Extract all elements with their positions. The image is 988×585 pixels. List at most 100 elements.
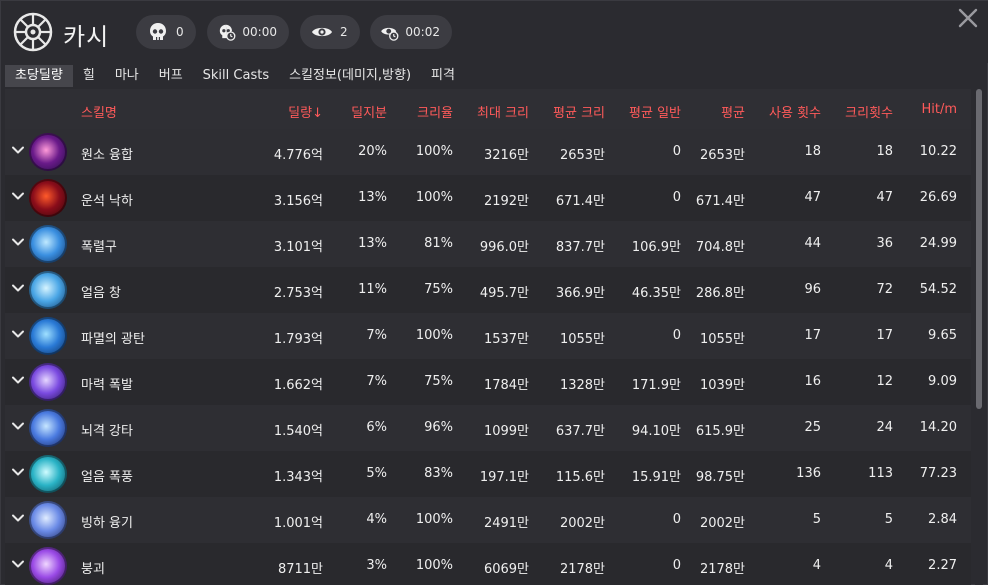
cell-max-crit: 996.0만 — [479, 240, 529, 255]
skull-timer-icon — [219, 24, 236, 41]
table-row[interactable]: 원소 융합 4.776억 20% 100% 3216만 2653만 0 2653만 18 18 10… — [5, 129, 971, 175]
tab-heal[interactable]: 힐 — [73, 65, 105, 87]
cell-damage-share: 7% — [366, 374, 387, 389]
tab-skill-info[interactable]: 스킬정보(데미지,방향) — [279, 65, 421, 87]
character-name: 카시 — [63, 23, 110, 51]
cell-max-crit: 1784만 — [483, 378, 529, 393]
cell-crit-rate: 100% — [415, 558, 453, 573]
scrollbar[interactable] — [975, 89, 983, 585]
cell-avg: 1039만 — [699, 378, 745, 393]
table-row[interactable]: 얼음 창 2.753억 11% 75% 495.7만 366.9만 46.35만 286.8만… — [5, 267, 971, 313]
chevron-down-icon[interactable] — [11, 419, 25, 433]
col-skill-name[interactable]: 스킬명 — [81, 102, 117, 121]
chevron-down-icon[interactable] — [11, 511, 25, 525]
cell-crit-rate: 100% — [415, 190, 453, 205]
cell-damage-share: 13% — [358, 236, 387, 251]
cell-use-count: 96 — [804, 282, 821, 297]
table-row[interactable]: 빙하 융기 1.001억 4% 100% 2491만 2002만 0 2002만 5 5 2.84 — [5, 497, 971, 543]
cell-damage: 1.662억 — [273, 378, 323, 393]
cell-max-crit: 2491만 — [483, 516, 529, 531]
chevron-down-icon[interactable] — [11, 143, 25, 157]
table-row[interactable]: 붕괴 8711만 3% 100% 6069만 2178만 0 2178만 4 4 2.27 — [5, 543, 971, 585]
cell-avg-crit: 366.9만 — [555, 286, 605, 301]
col-avg-normal[interactable]: 평균 일반 — [629, 102, 681, 121]
cell-avg-crit: 2653만 — [559, 148, 605, 163]
cell-avg: 2653만 — [699, 148, 745, 163]
tab-damage-taken[interactable]: 피격 — [421, 65, 465, 87]
cell-damage-share: 20% — [358, 144, 387, 159]
chevron-down-icon[interactable] — [11, 465, 25, 479]
cell-avg: 2002만 — [699, 516, 745, 531]
chevron-down-icon[interactable] — [11, 235, 25, 249]
cell-avg-normal: 46.35만 — [631, 286, 681, 301]
cell-crit-rate: 83% — [424, 466, 453, 481]
cell-damage: 1.793억 — [273, 332, 323, 347]
close-icon[interactable] — [957, 7, 979, 29]
table-row[interactable]: 뇌격 강타 1.540억 6% 96% 1099만 637.7만 94.10만 615.9만 2… — [5, 405, 971, 451]
tab-bar: 초당딜량 힐 마나 버프 Skill Casts 스킬정보(데미지,방향) 피격 — [5, 65, 465, 87]
cell-skill-name: 마력 폭발 — [81, 378, 133, 393]
cell-damage: 8711만 — [277, 562, 323, 577]
tab-buff[interactable]: 버프 — [149, 65, 193, 87]
col-avg-crit[interactable]: 평균 크리 — [553, 102, 605, 121]
chevron-down-icon[interactable] — [11, 327, 25, 341]
col-use-count[interactable]: 사용 횟수 — [769, 102, 821, 121]
cell-crit-count: 72 — [876, 282, 893, 297]
col-avg[interactable]: 평균 — [721, 102, 745, 121]
skill-icon — [29, 179, 67, 217]
cell-crit-rate: 100% — [415, 512, 453, 527]
cell-avg-normal: 94.10만 — [631, 424, 681, 439]
spectate-count-pill: 2 — [300, 15, 360, 49]
table-row[interactable]: 폭렬구 3.101억 13% 81% 996.0만 837.7만 106.9만 704.8만 4… — [5, 221, 971, 267]
scroll-thumb[interactable] — [976, 89, 982, 409]
cell-avg-normal: 15.91만 — [631, 470, 681, 485]
cell-skill-name: 빙하 융기 — [81, 516, 133, 531]
cell-avg: 286.8만 — [695, 286, 745, 301]
chevron-down-icon[interactable] — [11, 281, 25, 295]
cell-hits-per-min: 14.20 — [919, 420, 957, 435]
skill-icon — [29, 133, 67, 171]
cell-avg-normal: 0 — [672, 190, 681, 205]
col-max-crit[interactable]: 최대 크리 — [477, 102, 529, 121]
cell-avg: 671.4만 — [695, 194, 745, 209]
skill-icon — [29, 225, 67, 263]
tab-skill-casts[interactable]: Skill Casts — [193, 65, 279, 87]
col-crit-count[interactable]: 크리횟수 — [845, 102, 893, 121]
cell-avg-normal: 0 — [672, 558, 681, 573]
cell-crit-rate: 81% — [424, 236, 453, 251]
cell-damage: 3.156억 — [273, 194, 323, 209]
death-count: 0 — [176, 25, 184, 39]
cell-damage-share: 7% — [366, 328, 387, 343]
chevron-down-icon[interactable] — [11, 189, 25, 203]
cell-damage: 1.001억 — [273, 516, 323, 531]
col-hits-per-min[interactable]: Hit/m — [921, 102, 957, 117]
cell-max-crit: 1099만 — [483, 424, 529, 439]
cell-crit-count: 113 — [868, 466, 893, 481]
chevron-down-icon[interactable] — [11, 373, 25, 387]
table-row[interactable]: 마력 폭발 1.662억 7% 75% 1784만 1328만 171.9만 1039만 16 1… — [5, 359, 971, 405]
spectate-time: 00:02 — [405, 25, 440, 39]
table-row[interactable]: 얼음 폭풍 1.343억 5% 83% 197.1만 115.6만 15.91만 98.75만… — [5, 451, 971, 497]
cell-avg-normal: 0 — [672, 512, 681, 527]
cell-damage-share: 11% — [358, 282, 387, 297]
skill-icon — [29, 455, 67, 493]
cell-avg-normal: 106.9만 — [631, 240, 681, 255]
chevron-down-icon[interactable] — [11, 557, 25, 571]
skill-icon — [29, 363, 67, 401]
death-time-pill: 00:00 — [207, 15, 289, 49]
cell-max-crit: 1537만 — [483, 332, 529, 347]
tab-dps[interactable]: 초당딜량 — [5, 65, 73, 87]
col-crit-rate[interactable]: 크리율 — [417, 102, 453, 121]
cell-avg: 615.9만 — [695, 424, 745, 439]
cell-hits-per-min: 77.23 — [919, 466, 957, 481]
tab-mana[interactable]: 마나 — [105, 65, 149, 87]
cell-max-crit: 197.1만 — [479, 470, 529, 485]
table-row[interactable]: 파멸의 광탄 1.793억 7% 100% 1537만 1055만 0 1055만 17 17 9.… — [5, 313, 971, 359]
spectate-count: 2 — [340, 25, 348, 39]
cell-use-count: 47 — [804, 190, 821, 205]
col-damage-share[interactable]: 딜지분 — [351, 102, 387, 121]
col-damage[interactable]: 딜량↓ — [288, 102, 323, 121]
table-row[interactable]: 운석 낙하 3.156억 13% 100% 2192만 671.4만 0 671.4만 47 47… — [5, 175, 971, 221]
cell-avg: 704.8만 — [695, 240, 745, 255]
skill-icon — [29, 547, 67, 585]
